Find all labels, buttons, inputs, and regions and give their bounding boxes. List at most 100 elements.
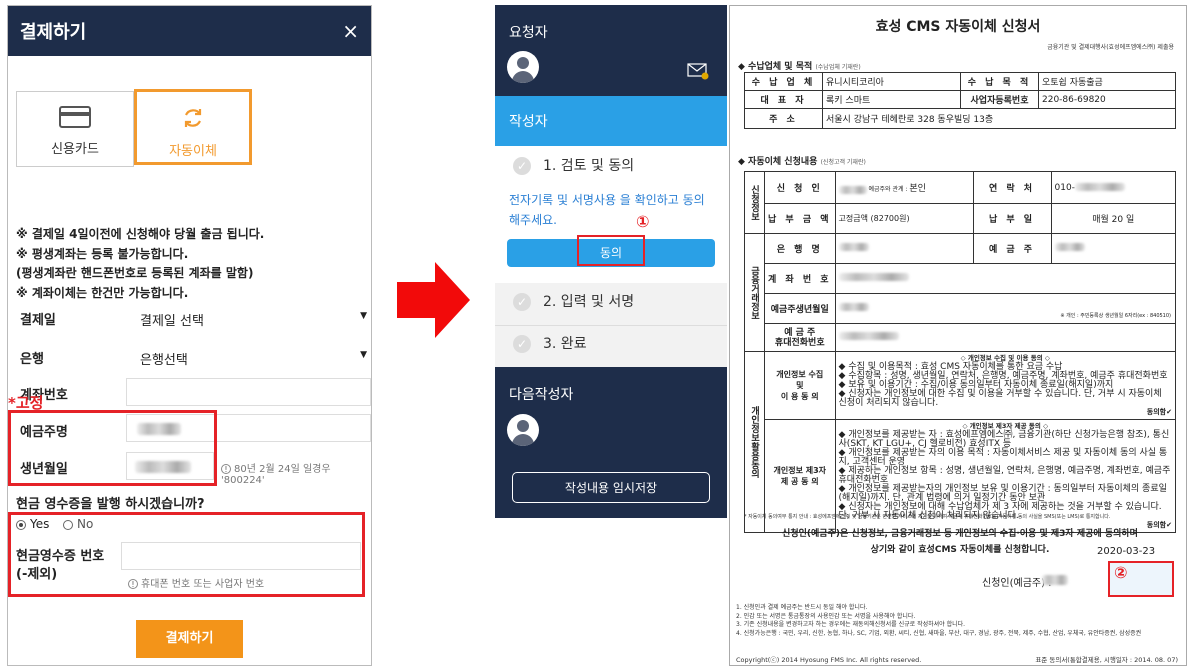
collect-agree-text: 동의함 <box>1146 408 1167 416</box>
note-line: ※ 계좌이체는 한건만 가능합니다. <box>16 285 189 300</box>
amount-cell: 고정금액 (82700원) <box>834 203 974 234</box>
info-icon: ! <box>221 464 231 474</box>
address-value: 서울시 강남구 테헤란로 328 동우빌딩 13층 <box>822 108 1176 129</box>
tab-auto-transfer-label: 자동이체 <box>169 144 217 159</box>
company-table: 수 납 업 체 유니시티코리아 수 납 목 적 오토쉽 자동출금 대 표 자 록… <box>744 72 1176 129</box>
save-draft-button[interactable]: 작성내용 임시저장 <box>512 472 710 503</box>
redacted-value <box>1074 183 1125 191</box>
refresh-icon <box>184 109 202 127</box>
payment-notes: ※ 결제일 4일이전에 신청해야 당월 출금 됩니다. ※ 평생계좌는 등록 불… <box>16 225 264 303</box>
purpose-value: 오토쉽 자동출금 <box>1038 72 1176 91</box>
footnote: 3. 기존 신청내용을 변경하고자 하는 경우에는 재동의해신청서를 신규로 작… <box>736 621 966 628</box>
section1-note: (수납업체 기재란) <box>815 64 861 71</box>
label-provide-1: 개인정보 제3자 <box>773 466 827 475</box>
collect-agree: 동의함✔ <box>839 408 1172 417</box>
payment-header: 결제하기 × <box>8 6 371 56</box>
label-bank: 은 행 명 <box>764 233 836 264</box>
step-review[interactable]: ✓ 1. 검토 및 동의 <box>513 155 634 175</box>
close-icon[interactable]: × <box>342 19 359 43</box>
tab-credit-card[interactable]: 신용카드 <box>16 91 134 167</box>
label-contact: 연 락 처 <box>972 171 1052 204</box>
label-birth: 예금주생년월일 <box>764 293 836 324</box>
bizno-value: 220-86-69820 <box>1038 90 1176 109</box>
account-input[interactable] <box>126 378 371 406</box>
section2-heading: ◆ 자동이체 신청내용 (신청고객 기재란) <box>738 154 866 167</box>
check-icon: ✓ <box>513 335 531 353</box>
footnote: 1. 신청인과 결제 예금주는 반드시 동일 해야 합니다. <box>736 604 868 611</box>
collect-item: ◆ 신청자는 개인정보에 대한 수집 및 이용을 거부할 수 있습니다. 단, … <box>838 389 1162 408</box>
marker-one: ① <box>636 212 650 231</box>
label-amount: 납 부 금 액 <box>764 203 836 234</box>
bank-cell <box>834 233 974 264</box>
label-account: 계 좌 번 호 <box>764 263 836 294</box>
label-holder: 예 금 주 <box>972 233 1052 264</box>
receipt-number-input[interactable] <box>121 542 361 570</box>
receipt-yes-option[interactable]: Yes <box>16 517 49 531</box>
label-collect-3: 이 용 동 의 <box>780 392 819 401</box>
avatar <box>507 414 539 446</box>
label-bizno: 사업자등록번호 <box>960 90 1039 109</box>
group-privacy: 개인정보활용동의 <box>744 351 765 533</box>
payday-label: 결제일 <box>20 313 56 328</box>
receipt-number-label-line2: (-제외) <box>16 567 58 582</box>
copyright: Copyright(ⓒ) 2014 Hyosung FMS Inc. All r… <box>736 656 922 664</box>
step-complete[interactable]: ✓ 3. 완료 <box>513 333 587 353</box>
birth-cell: ※ 개인 : 주민등록상 생년월일 6자리(ex : 840510) <box>834 293 1177 324</box>
label-collect: 개인정보 수집 및 이 용 동 의 <box>764 351 836 420</box>
payment-title: 결제하기 <box>20 22 87 43</box>
radio-no-label: No <box>77 517 94 531</box>
avatar <box>507 51 539 83</box>
footnote: 2. 인감 또는 서명은 통금통장의 사용인감 또는 서명을 사용해야 합니다. <box>736 612 916 620</box>
credit-card-icon <box>59 106 91 128</box>
relation-note: 예금주와 관계 : <box>868 186 908 193</box>
provide-item: ◆ 개인정보를 제공받는자의 개인정보 보유 및 이용기간 : 동의일부터 자동… <box>838 484 1167 503</box>
bank-select[interactable]: 은행선택 ▼ <box>130 344 371 370</box>
pay-button[interactable]: 결제하기 <box>136 620 243 658</box>
radio-no[interactable] <box>63 519 73 530</box>
payday-select-value: 결제일 선택 <box>140 314 204 329</box>
radio-yes-label: Yes <box>30 517 50 531</box>
step-input-sign[interactable]: ✓ 2. 입력 및 서명 <box>513 291 634 311</box>
redacted-value <box>1042 575 1068 585</box>
consent-line-1: 신청인(예금주)은 신청정보, 금융거래정보 등 개인정보의 수집·이용 및 제… <box>782 529 1138 539</box>
receipt-question: 현금 영수증을 발행 하시겠습니까? <box>16 497 205 512</box>
label-address: 주 소 <box>744 108 823 129</box>
label-applicant-name: 신 청 인 <box>764 171 836 204</box>
amount-suffix: 원) <box>899 214 910 223</box>
note-line: (평생계좌란 핸드폰번호로 등록된 계좌를 말함) <box>16 266 254 280</box>
requester-heading: 요청자 <box>509 25 548 41</box>
form-version: 표준 동의서(통합결제용, 시행일자 : 2014. 08. 07) <box>1035 656 1178 664</box>
info-icon: ! <box>128 579 138 589</box>
tab-auto-transfer[interactable]: 자동이체 <box>134 89 252 165</box>
check-icon: ✓ <box>513 157 531 175</box>
label-provide-2: 제 공 동 의 <box>780 477 819 486</box>
redacted-value <box>838 303 869 311</box>
group-finance: 금융거래정보 <box>744 233 765 352</box>
contact-cell: 010- <box>1050 171 1177 204</box>
provide-item: ◆ 개인정보를 제공받는 자의 이용 목적 : 자동이체서비스 제공 및 자동이… <box>838 448 1168 467</box>
amount-value: 82700 <box>873 214 900 223</box>
amount-prefix: 고정금액 ( <box>838 214 874 223</box>
receipt-hint: ! 휴대폰 번호 또는 사업자 번호 <box>128 575 264 590</box>
writer-heading: 작성자 <box>509 114 548 130</box>
steps-rest: ✓ 2. 입력 및 서명 ✓ 3. 완료 <box>495 283 727 367</box>
receipt-no-option[interactable]: No <box>63 517 93 531</box>
ceo-value: 록키 스마트 <box>822 90 961 109</box>
note-line: ※ 평생계좌는 등록 불가능합니다. <box>16 246 189 261</box>
radio-yes[interactable] <box>16 519 26 530</box>
section1-heading-text: ◆ 수납업체 및 목적 <box>738 62 813 72</box>
holder-cell <box>1050 233 1177 264</box>
redacted-value <box>838 273 909 281</box>
mail-icon[interactable] <box>687 62 709 80</box>
birth-hint-text: 80년 2월 24일 일경우 '800224' <box>221 464 331 486</box>
group-applicant: 신청정보 <box>744 171 765 234</box>
label-payday: 납 부 일 <box>972 203 1052 234</box>
payday-select[interactable]: 결제일 선택 ▼ <box>130 305 371 331</box>
collect-consent-text: ◇ 개인정보 수집 및 이용 동의 ◇ ◆ 수집 및 이용목적 : 효성 CMS… <box>834 351 1177 420</box>
redacted-value <box>838 185 867 194</box>
step-review-label: 1. 검토 및 동의 <box>543 158 635 174</box>
provide-item: ◆ 개인정보를 제공받는 자 : 효성에프엠에스㈜, 금융기관(하단 신청가능은… <box>838 430 1170 449</box>
label-collect-2: 및 <box>796 381 804 390</box>
arrow-right-icon <box>397 262 470 338</box>
document-date: 2020-03-23 <box>1097 546 1156 557</box>
